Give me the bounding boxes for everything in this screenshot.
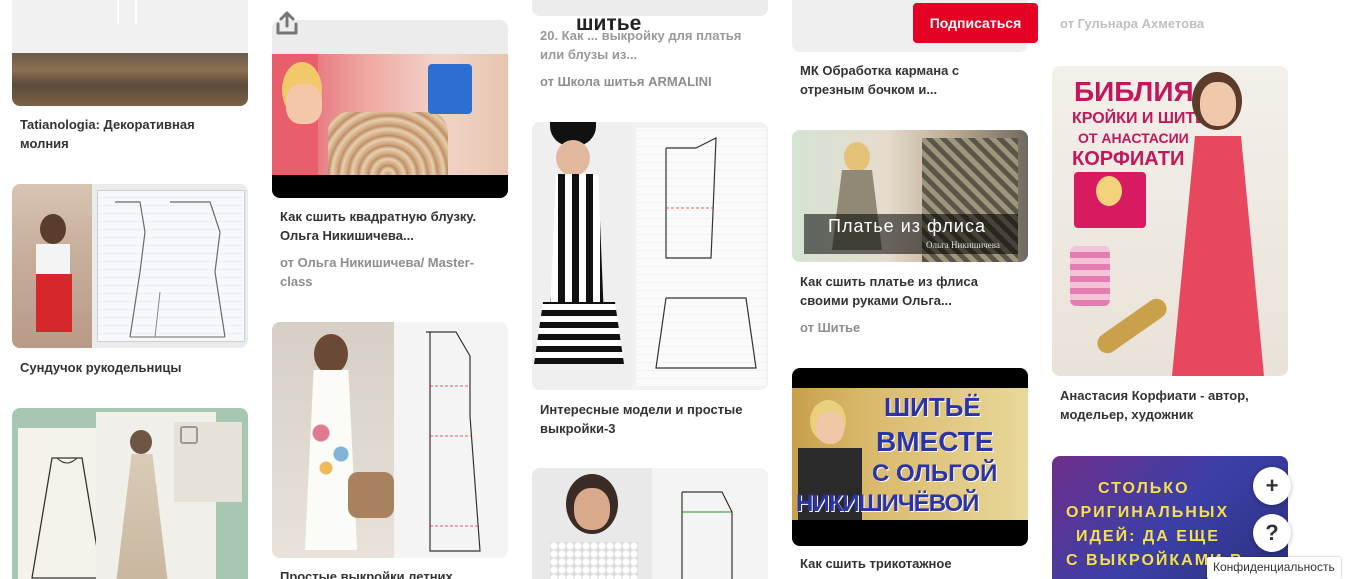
plus-icon: +	[1265, 473, 1279, 498]
privacy-link[interactable]: Конфиденциальность	[1207, 557, 1341, 579]
pin-caption[interactable]: Как сшить платье из флиса своими руками …	[800, 272, 1020, 310]
pin-caption[interactable]: Простые выкройки летних	[280, 567, 500, 579]
video-overlay-line-4: НИКИШИЧЁВОЙ	[796, 490, 979, 517]
pin-caption[interactable]: Анастасия Корфиати - автор, модельер, ху…	[1060, 386, 1280, 424]
pin-image-knit-video[interactable]: ШИТЬЁ ВМЕСТЕ С ОЛЬГОЙ НИКИШИЧЁВОЙ	[792, 368, 1028, 546]
banner-line-2: ОРИГИНАЛЬНЫХ	[1066, 504, 1230, 521]
cover-title-line-4: КОРФИАТИ	[1072, 148, 1185, 170]
subscribe-button[interactable]: Подписаться	[913, 3, 1038, 43]
pattern-drawing	[681, 491, 733, 579]
pin-caption[interactable]: МК Обработка кармана с отрезным бочком и…	[800, 61, 1020, 99]
pin-caption[interactable]: Как сшить трикотажное	[800, 554, 1020, 573]
banner-line-3: ИДЕЙ: ДА ЕЩЕ	[1076, 528, 1220, 545]
pin-caption[interactable]: Как сшить квадратную блузку. Ольга Никиш…	[280, 207, 500, 245]
pin-source[interactable]: от Ольга Никишичева/ Master-class	[280, 253, 500, 291]
pin-image-fleece-dress-video[interactable]: Платье из флиса Ольга Никишичева	[792, 130, 1028, 262]
pin-image-striped-dress[interactable]	[532, 122, 768, 390]
video-overlay-line-3: С ОЛЬГОЙ	[872, 460, 998, 487]
pin-image-white-top[interactable]	[532, 468, 768, 579]
cover-title-line-1: БИБЛИЯ	[1074, 76, 1194, 107]
pin-image-floral-dress-pattern[interactable]	[272, 322, 508, 558]
pin-source[interactable]: от Школа шитья ARMALINI	[540, 72, 760, 91]
add-button[interactable]: +	[1253, 467, 1291, 505]
pin-image-blouse-video[interactable]	[272, 54, 508, 198]
pin-image-top-strip	[272, 20, 508, 54]
video-overlay-line-1: ШИТЬЁ	[884, 392, 981, 422]
zipper-graphic	[117, 0, 137, 24]
pin-caption[interactable]: Сундучок рукодельницы	[20, 358, 240, 377]
board-title: шитье	[576, 12, 642, 35]
pin-source[interactable]: от Шитье	[800, 318, 1020, 337]
pin-caption[interactable]: Tatianologia: Декоративная молния	[20, 115, 240, 153]
pin-image-zipper[interactable]	[12, 0, 248, 106]
video-overlay-title: Платье из флиса	[828, 216, 986, 236]
pin-source[interactable]: от Гульнара Ахметова	[1060, 14, 1280, 33]
video-overlay-line-2: ВМЕСТЕ	[876, 426, 994, 457]
pin-caption[interactable]: Интересные модели и простые выкройки-3	[540, 400, 760, 438]
pin-image-dress-sketch[interactable]	[12, 408, 248, 579]
cover-title-line-3: ОТ АНАСТАСИИ	[1078, 130, 1189, 146]
pattern-drawing	[115, 201, 226, 338]
pin-image-sewing-bible[interactable]: БИБЛИЯ КРОЙКИ И ШИТЬЯ ОТ АНАСТАСИИ КОРФИ…	[1052, 66, 1288, 376]
dress-pattern-drawing	[426, 331, 481, 552]
pin-caption[interactable]: 20. Как ... выкройку для платья или блуз…	[540, 26, 760, 64]
pattern-drawing	[655, 137, 757, 369]
help-icon: ?	[1265, 520, 1279, 545]
help-button[interactable]: ?	[1253, 514, 1291, 552]
banner-line-1: СТОЛЬКО	[1098, 480, 1190, 497]
pin-image-top-strip	[532, 0, 768, 16]
share-icon[interactable]	[274, 10, 300, 36]
video-overlay-subtitle: Ольга Никишичева	[926, 240, 1000, 250]
pin-image-pattern-red-skirt[interactable]	[12, 184, 248, 348]
